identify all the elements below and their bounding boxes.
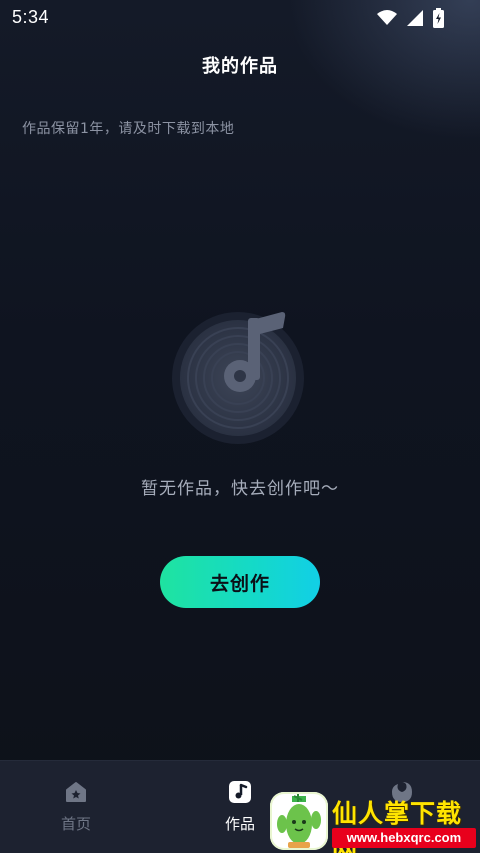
- status-icons: [377, 8, 444, 28]
- app-screen: 5:34 我的作品 作品保留1年，请及时下载到本地 暂无作品，快去创作吧～ 去创…: [0, 0, 480, 853]
- nav-item-home[interactable]: 首页: [36, 779, 116, 839]
- page-title: 我的作品: [202, 56, 278, 77]
- music-disc-icon: [170, 308, 310, 448]
- cactus-logo-icon: [270, 792, 328, 850]
- watermark-url: www.hebxqrc.com: [332, 828, 476, 848]
- create-button[interactable]: 去创作: [160, 556, 320, 608]
- home-icon: [63, 779, 89, 805]
- watermark: 仙人掌下载网 www.hebxqrc.com: [266, 790, 480, 853]
- empty-state-message: 暂无作品，快去创作吧～: [141, 479, 339, 499]
- signal-icon: [407, 10, 423, 26]
- status-time: 5:34: [12, 7, 50, 27]
- battery-charging-icon: [433, 8, 444, 28]
- music-note-icon: [227, 779, 253, 805]
- wifi-icon: [377, 10, 397, 26]
- retention-notice: 作品保留1年，请及时下载到本地: [22, 121, 235, 137]
- status-bar: 5:34: [0, 0, 480, 36]
- nav-label-home: 首页: [60, 815, 91, 833]
- nav-label-works: 作品: [224, 815, 255, 833]
